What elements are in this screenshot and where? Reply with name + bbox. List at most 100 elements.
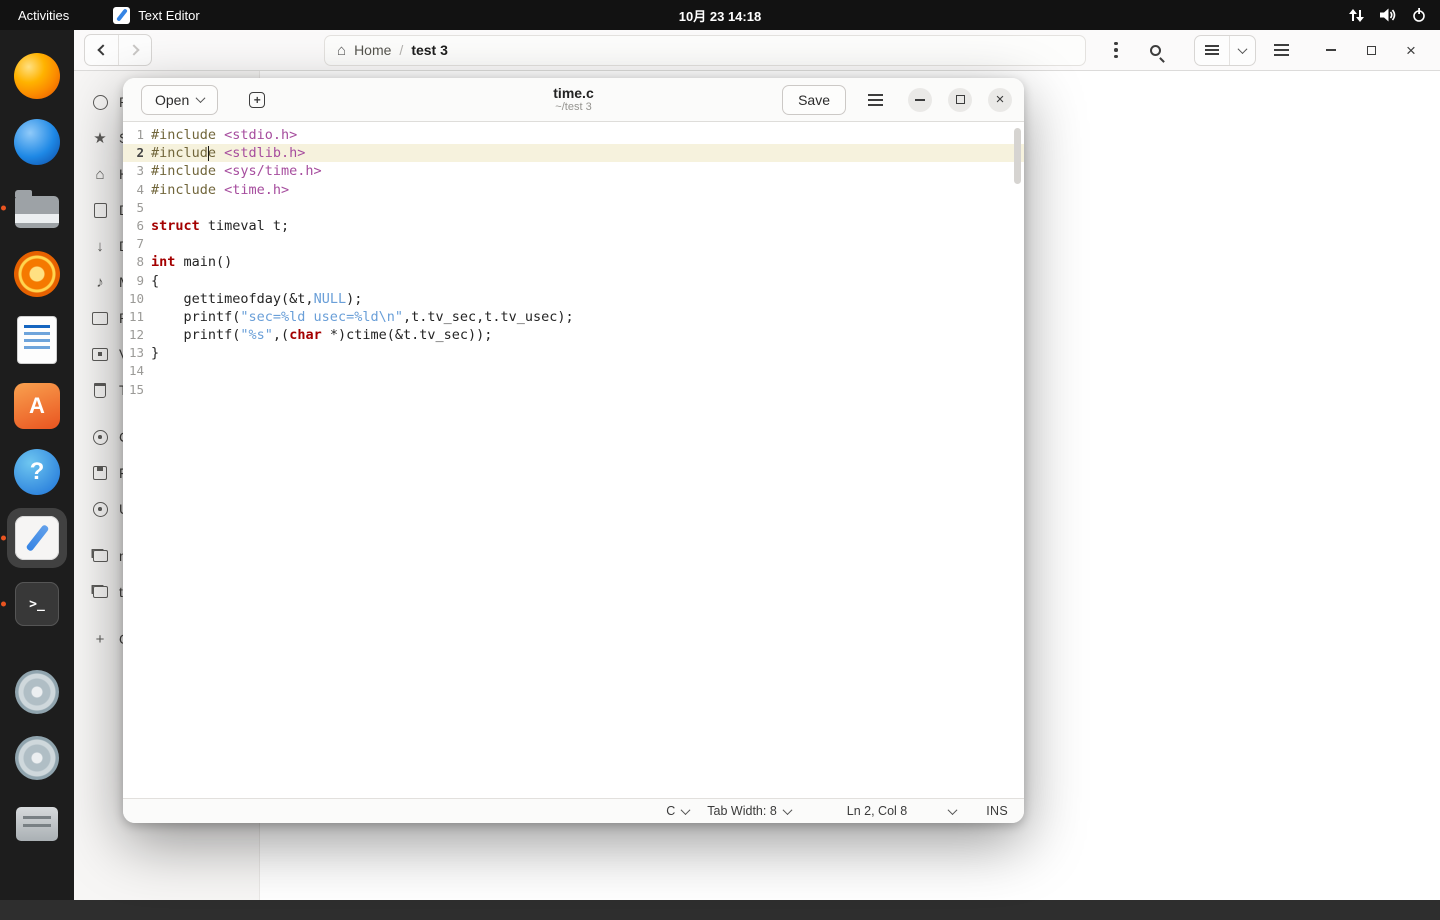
code-line-text: #include <stdio.h>	[151, 127, 298, 143]
editor-menu-button[interactable]	[858, 85, 892, 115]
editor-text-area[interactable]: 1 #include <stdio.h> 2 #include <stdlib.h> 3…	[123, 122, 1024, 798]
editor-close-button[interactable]: ×	[988, 87, 1012, 112]
restore-button[interactable]	[1358, 37, 1384, 63]
focused-app-indicator[interactable]: Text Editor	[113, 6, 200, 24]
text-editor-window: Open + time.c ~/test 3 Save × 1 #include …	[123, 78, 1024, 823]
home-icon: ⌂	[337, 41, 347, 59]
code-line-12[interactable]: 12 printf("%s",(char *)ctime(&t.tv_sec))…	[123, 326, 1024, 344]
chevron-right-icon	[127, 44, 140, 56]
dock-item-thunderbird[interactable]	[7, 112, 67, 172]
code-line-2[interactable]: 2 #include <stdlib.h>	[123, 144, 1024, 163]
back-button[interactable]	[85, 35, 118, 65]
code-line-15[interactable]: 15	[123, 381, 1024, 399]
chevron-down-icon	[195, 93, 206, 104]
new-tab-icon: +	[249, 91, 266, 108]
pictures-icon	[92, 310, 108, 326]
dock-item-software[interactable]: A	[7, 376, 67, 436]
chevron-down-icon	[680, 804, 691, 815]
dock-item-firefox[interactable]	[7, 46, 67, 106]
code-line-1[interactable]: 1 #include <stdio.h>	[123, 126, 1024, 144]
new-tab-button[interactable]: +	[242, 85, 272, 115]
line-number: 1	[136, 127, 144, 142]
dock-item-text-editor[interactable]	[1, 508, 67, 568]
view-toggle-button	[1194, 34, 1256, 66]
chevron-down-icon	[1237, 43, 1248, 54]
editor-maximize-button[interactable]	[948, 87, 972, 112]
disc-2-icon	[15, 736, 59, 780]
dock-item-drive[interactable]	[7, 794, 67, 854]
dock-item-terminal[interactable]: >_	[1, 574, 67, 634]
trash-icon	[92, 382, 108, 398]
tab-width-selector[interactable]: Tab Width: 8	[707, 804, 793, 818]
line-number: 9	[136, 272, 144, 288]
home-icon: ⌂	[95, 165, 105, 183]
dock-item-help[interactable]: ?	[7, 442, 67, 502]
document-path: ~/test 3	[555, 101, 592, 114]
save-button[interactable]: Save	[782, 84, 846, 115]
files-header-bar: ⌂ Home / test 3 ×	[74, 30, 1440, 71]
forward-button[interactable]	[118, 35, 151, 65]
line-number: 15	[128, 381, 144, 397]
line-number: 3	[136, 163, 144, 179]
code-line-11[interactable]: 11 printf("sec=%ld usec=%ld\n",t.tv_sec,…	[123, 308, 1024, 326]
code-line-10[interactable]: 10 gettimeofday(&t,NULL);	[123, 290, 1024, 308]
chevron-down-icon	[947, 804, 958, 815]
breadcrumb[interactable]: ⌂ Home / test 3	[324, 34, 1086, 66]
app-grid-icon	[20, 873, 55, 908]
focused-app-name: Text Editor	[138, 7, 200, 23]
open-button[interactable]: Open	[141, 84, 219, 115]
code-line-7[interactable]: 7	[123, 235, 1024, 253]
code-line-3[interactable]: 3 #include <sys/time.h>	[123, 162, 1024, 180]
editor-minimize-button[interactable]	[908, 87, 932, 112]
line-number: 4	[136, 181, 144, 197]
editor-status-bar: C Tab Width: 8 Ln 2, Col 8 INS	[123, 798, 1024, 823]
language-selector[interactable]: C	[666, 804, 691, 818]
dock-item-disc-1[interactable]	[7, 662, 67, 722]
breadcrumb-current[interactable]: test 3	[411, 42, 448, 58]
view-options-dropdown[interactable]	[1229, 35, 1255, 65]
system-tray[interactable]	[1349, 8, 1440, 22]
dock-item-files[interactable]	[1, 178, 67, 238]
editor-header-actions: Save ×	[782, 84, 1012, 115]
search-button[interactable]	[1138, 35, 1172, 65]
code-line-9[interactable]: 9{	[123, 272, 1024, 290]
code-line-text: #include <sys/time.h>	[151, 163, 322, 180]
code-line-text: int main()	[151, 254, 233, 271]
disc-1-icon	[15, 670, 59, 714]
dock-item-rhythmbox[interactable]	[7, 244, 67, 304]
language-label: C	[666, 804, 676, 818]
list-view-button[interactable]	[1195, 36, 1229, 65]
goto-line-dropdown[interactable]	[947, 804, 958, 815]
scrollbar-thumb[interactable]	[1014, 128, 1021, 184]
dock-item-writer[interactable]	[7, 310, 67, 370]
insert-mode-indicator[interactable]: INS	[986, 804, 1008, 818]
open-button-label: Open	[155, 91, 190, 108]
minimize-button[interactable]	[1318, 37, 1344, 63]
clock[interactable]: 10月 23 14:18	[679, 0, 761, 30]
dock-item-app-grid[interactable]	[7, 860, 67, 920]
more-options-button[interactable]	[1102, 35, 1130, 65]
text-editor-app-icon	[113, 6, 131, 24]
cursor-position[interactable]: Ln 2, Col 8	[847, 804, 907, 818]
folder-icon	[92, 584, 108, 600]
breadcrumb-home[interactable]: Home	[354, 42, 391, 58]
activities-button[interactable]: Activities	[0, 0, 87, 30]
code-line-5[interactable]: 5	[123, 199, 1024, 217]
code-line-6[interactable]: 6 struct timeval t;	[123, 217, 1024, 235]
text-editor-icon	[15, 516, 59, 560]
code-line-14[interactable]: 14	[123, 362, 1024, 380]
code-line-13[interactable]: 13}	[123, 344, 1024, 362]
starred-icon: ★	[93, 129, 107, 147]
code-line-text: struct timeval t;	[151, 217, 290, 234]
files-icon	[15, 190, 59, 228]
code-line-8[interactable]: 8 int main()	[123, 253, 1024, 271]
dock-item-disc-2[interactable]	[7, 728, 67, 788]
minimize-icon	[915, 98, 925, 101]
files-menu-button[interactable]	[1264, 35, 1298, 65]
close-button[interactable]: ×	[1398, 37, 1424, 63]
network-icon	[1349, 8, 1364, 22]
rhythmbox-icon	[14, 251, 60, 297]
terminal-icon: >_	[15, 582, 59, 626]
code-line-4[interactable]: 4 #include <time.h>	[123, 181, 1024, 199]
plus-icon: +	[95, 630, 105, 648]
